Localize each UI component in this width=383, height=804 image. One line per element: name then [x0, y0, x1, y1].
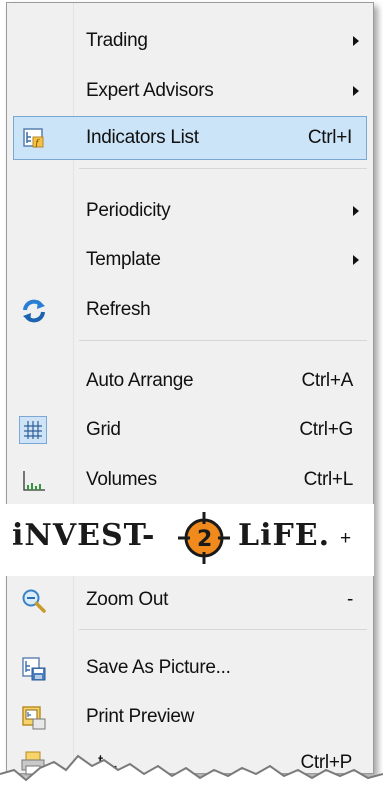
invest2life-watermark: iNVEST- 2 LiFE. + [0, 504, 374, 576]
menu-item-shortcut: Ctrl+A [301, 370, 353, 391]
menu-item-label: Periodicity [86, 200, 171, 221]
volumes-icon [21, 468, 45, 492]
submenu-arrow-icon [353, 255, 359, 265]
menu-separator [79, 340, 367, 341]
menu-item-shortcut: - [346, 589, 353, 610]
menu-item-label: Expert Advisors [86, 80, 214, 101]
print-preview-icon [21, 705, 46, 730]
submenu-arrow-icon [353, 86, 359, 96]
menu-item-periodicity[interactable]: Periodicity [7, 189, 373, 233]
menu-item-label: Indicators List [86, 127, 199, 148]
grid-icon [19, 416, 47, 444]
menu-separator [79, 629, 367, 630]
menu-item-label: Trading [86, 30, 148, 51]
menu-item-label: Auto Arrange [86, 370, 194, 391]
watermark-logo-icon: 2 [176, 510, 232, 566]
menu-item-trading[interactable]: Trading [7, 19, 373, 63]
zoom-out-icon [21, 588, 46, 613]
menu-item-template[interactable]: Template [7, 238, 373, 282]
menu-item-label: Volumes [86, 469, 157, 490]
menu-item-auto-arrange[interactable]: Auto Arrange Ctrl+A [7, 359, 373, 403]
menu-item-shortcut: Ctrl+L [303, 469, 354, 490]
menu-item-label: Refresh [86, 299, 151, 320]
menu-item-label: Print Preview [86, 706, 195, 727]
torn-edge-effect [0, 754, 383, 804]
menu-item-expert-advisors[interactable]: Expert Advisors [7, 69, 373, 113]
save-as-picture-icon [21, 656, 46, 681]
menu-item-shortcut: Ctrl+I [307, 127, 352, 148]
menu-item-label: Template [86, 249, 161, 270]
menu-item-save-as-picture[interactable]: Save As Picture... [7, 646, 373, 690]
refresh-icon [21, 298, 45, 323]
menu-item-print-preview[interactable]: Print Preview [7, 695, 373, 739]
zoom-in-shortcut-visible: + [340, 528, 352, 549]
menu-item-grid[interactable]: Grid Ctrl+G [7, 408, 373, 452]
menu-item-volumes[interactable]: Volumes Ctrl+L [7, 458, 373, 502]
watermark-text-left: iNVEST- [12, 518, 156, 553]
submenu-arrow-icon [353, 206, 359, 216]
menu-separator [79, 168, 367, 169]
chart-context-menu: Trading Expert Advisors f Indicators Lis… [6, 2, 374, 774]
menu-item-label: Zoom Out [86, 589, 169, 610]
menu-item-refresh[interactable]: Refresh [7, 288, 373, 332]
menu-item-label: Save As Picture... [86, 657, 231, 678]
watermark-text-right: LiFE. [238, 518, 331, 553]
menu-item-zoom-out[interactable]: Zoom Out - [7, 578, 373, 622]
indicators-list-icon: f [22, 126, 46, 150]
watermark-logo-number: 2 [197, 527, 212, 552]
menu-item-shortcut: Ctrl+G [299, 419, 353, 440]
submenu-arrow-icon [353, 36, 359, 46]
menu-item-label: Grid [86, 419, 121, 440]
menu-item-indicators-list[interactable]: f Indicators List Ctrl+I [13, 116, 367, 160]
